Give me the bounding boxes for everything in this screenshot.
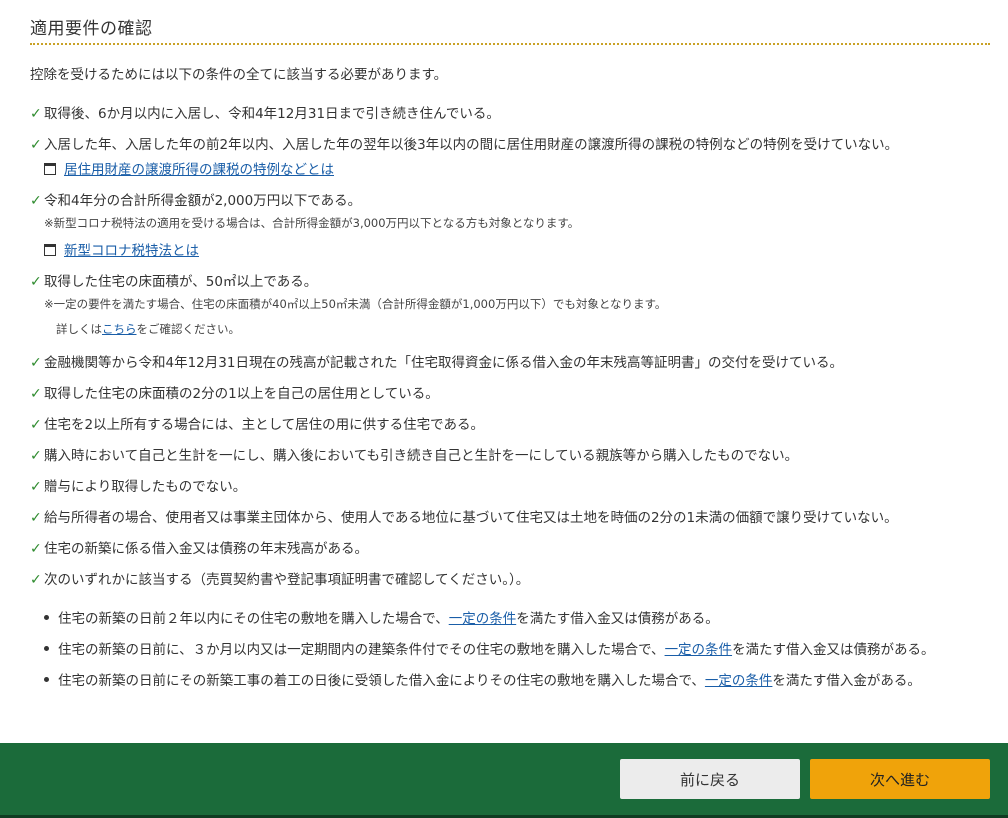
page-title: 適用要件の確認 bbox=[30, 19, 153, 39]
title-divider bbox=[30, 43, 990, 45]
requirement-item: ✓ 取得した住宅の床面積の2分の1以上を自己の居住用としている。 bbox=[30, 382, 439, 402]
requirement-text: 金融機関等から令和4年12月31日現在の残高が記載された「住宅取得資金に係る借入… bbox=[44, 355, 843, 371]
requirement-text: 取得後、6か月以内に入居し、令和4年12月31日まで引き続き住んでいる。 bbox=[44, 106, 500, 122]
requirement-note: ※一定の要件を満たす場合、住宅の床面積が40㎡以上50㎡未満（合計所得金額が1,… bbox=[44, 297, 667, 311]
window-icon bbox=[44, 244, 56, 256]
requirement-item: ✓ 住宅を2以上所有する場合には、主として居住の用に供する住宅である。 bbox=[30, 413, 484, 433]
check-icon: ✓ bbox=[30, 541, 42, 557]
covid-tax-law-link[interactable]: 新型コロナ税特法とは bbox=[64, 243, 199, 259]
check-icon: ✓ bbox=[30, 510, 42, 526]
details-link[interactable]: こちら bbox=[102, 322, 137, 336]
requirement-note: ※新型コロナ税特法の適用を受ける場合は、合計所得金額が3,000万円以下となる方… bbox=[44, 216, 580, 230]
conditions-link[interactable]: 一定の条件 bbox=[665, 642, 733, 658]
bullet-icon bbox=[44, 677, 49, 682]
requirement-item: ✓ 令和4年分の合計所得金額が2,000万円以下である。 bbox=[30, 189, 361, 209]
requirement-note-detail: 詳しくはこちらをご確認ください。 bbox=[56, 321, 240, 337]
check-icon: ✓ bbox=[30, 479, 42, 495]
note-prefix: 詳しくは bbox=[56, 322, 102, 336]
requirement-text: 取得した住宅の床面積の2分の1以上を自己の居住用としている。 bbox=[44, 386, 439, 402]
back-button[interactable]: 前に戻る bbox=[620, 759, 800, 799]
conditions-link[interactable]: 一定の条件 bbox=[705, 673, 773, 689]
sub-item-prefix: 住宅の新築の日前に、３か月以内又は一定期間内の建築条件付でその住宅の敷地を購入し… bbox=[58, 642, 665, 658]
window-icon bbox=[44, 163, 56, 175]
footer-bar: 前に戻る 次へ進む bbox=[0, 743, 1008, 818]
sub-list-item: 住宅の新築の日前２年以内にその住宅の敷地を購入した場合で、一定の条件を満たす借入… bbox=[44, 607, 719, 627]
requirement-item: ✓ 贈与により取得したものでない。 bbox=[30, 475, 246, 495]
requirement-item: ✓ 次のいずれかに該当する（売買契約書や登記事項証明書で確認してください。）。 bbox=[30, 568, 529, 588]
sub-list-item: 住宅の新築の日前にその新築工事の着工の日後に受領した借入金によりその住宅の敷地を… bbox=[44, 669, 921, 689]
next-button[interactable]: 次へ進む bbox=[810, 759, 990, 799]
conditions-link[interactable]: 一定の条件 bbox=[449, 611, 517, 627]
sub-item-suffix: を満たす借入金がある。 bbox=[772, 673, 921, 689]
requirement-item: ✓ 金融機関等から令和4年12月31日現在の残高が記載された「住宅取得資金に係る借… bbox=[30, 351, 843, 371]
sub-item-prefix: 住宅の新築の日前２年以内にその住宅の敷地を購入した場合で、 bbox=[58, 611, 449, 627]
check-icon: ✓ bbox=[30, 137, 42, 153]
requirement-item: ✓ 取得後、6か月以内に入居し、令和4年12月31日まで引き続き住んでいる。 bbox=[30, 102, 500, 122]
requirement-text: 給与所得者の場合、使用者又は事業主団体から、使用人である地位に基づいて住宅又は土… bbox=[44, 510, 898, 526]
requirement-text: 入居した年、入居した年の前2年以内、入居した年の翌年以後3年以内の間に居住用財産… bbox=[44, 137, 899, 153]
check-icon: ✓ bbox=[30, 448, 42, 464]
requirement-item: ✓ 入居した年、入居した年の前2年以内、入居した年の翌年以後3年以内の間に居住用財… bbox=[30, 133, 898, 153]
requirement-text: 取得した住宅の床面積が、50㎡以上である。 bbox=[44, 274, 318, 290]
requirement-text: 次のいずれかに該当する（売買契約書や登記事項証明書で確認してください。）。 bbox=[44, 572, 530, 588]
special-provisions-link[interactable]: 居住用財産の譲渡所得の課税の特例などとは bbox=[64, 162, 334, 178]
requirement-item: ✓ 住宅の新築に係る借入金又は債務の年末残高がある。 bbox=[30, 537, 368, 557]
requirement-text: 購入時において自己と生計を一にし、購入後においても引き続き自己と生計を一にしてい… bbox=[44, 448, 799, 464]
requirement-text: 住宅の新築に係る借入金又は債務の年末残高がある。 bbox=[44, 541, 368, 557]
sub-item-suffix: を満たす借入金又は債務がある。 bbox=[732, 642, 935, 658]
requirement-text: 住宅を2以上所有する場合には、主として居住の用に供する住宅である。 bbox=[44, 417, 485, 433]
info-link-row: 居住用財産の譲渡所得の課税の特例などとは bbox=[44, 158, 334, 178]
check-icon: ✓ bbox=[30, 417, 42, 433]
sub-list-item: 住宅の新築の日前に、３か月以内又は一定期間内の建築条件付でその住宅の敷地を購入し… bbox=[44, 638, 935, 658]
check-icon: ✓ bbox=[30, 193, 42, 209]
sub-item-suffix: を満たす借入金又は債務がある。 bbox=[516, 611, 719, 627]
requirement-item: ✓ 取得した住宅の床面積が、50㎡以上である。 bbox=[30, 270, 317, 290]
check-icon: ✓ bbox=[30, 355, 42, 371]
bullet-icon bbox=[44, 646, 49, 651]
check-icon: ✓ bbox=[30, 274, 42, 290]
check-icon: ✓ bbox=[30, 572, 42, 588]
requirement-text: 贈与により取得したものでない。 bbox=[44, 479, 247, 495]
sub-item-prefix: 住宅の新築の日前にその新築工事の着工の日後に受領した借入金によりその住宅の敷地を… bbox=[58, 673, 705, 689]
requirement-item: ✓ 給与所得者の場合、使用者又は事業主団体から、使用人である地位に基づいて住宅又は… bbox=[30, 506, 898, 526]
note-suffix: をご確認ください。 bbox=[136, 322, 241, 336]
check-icon: ✓ bbox=[30, 386, 42, 402]
check-icon: ✓ bbox=[30, 106, 42, 122]
requirement-item: ✓ 購入時において自己と生計を一にし、購入後においても引き続き自己と生計を一にして… bbox=[30, 444, 798, 464]
bullet-icon bbox=[44, 615, 49, 620]
info-link-row: 新型コロナ税特法とは bbox=[44, 239, 199, 259]
intro-text: 控除を受けるためには以下の条件の全てに該当する必要があります。 bbox=[30, 67, 448, 83]
requirement-text: 令和4年分の合計所得金額が2,000万円以下である。 bbox=[44, 193, 362, 209]
